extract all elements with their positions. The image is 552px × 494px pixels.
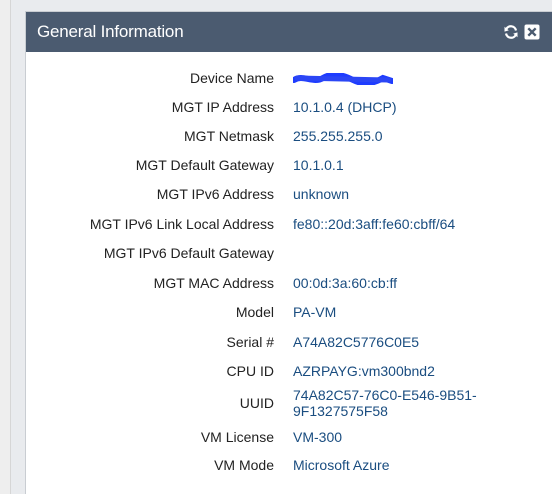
row-label: MGT Netmask — [184, 128, 274, 144]
row-value: 255.255.255.0 — [293, 128, 383, 144]
row-value: A74A82C5776C0E5 — [293, 334, 420, 350]
panel-header: General Information — [26, 12, 552, 52]
row-value: AZRPAYG:vm300bnd2 — [293, 363, 435, 379]
row-label: MGT MAC Address — [153, 275, 274, 291]
row-value: Microsoft Azure — [293, 457, 390, 473]
row-label: Device Name — [189, 70, 274, 86]
row-value-redacted — [293, 70, 393, 86]
row-value: 74A82C57-76C0-E546-9B51-9F1327575F58 — [293, 387, 477, 419]
row-label: MGT Default Gateway — [135, 157, 274, 173]
refresh-icon[interactable] — [503, 24, 519, 40]
row-value: fe80::20d:3aff:fe60:cbff/64 — [293, 216, 456, 232]
row-value: unknown — [293, 186, 350, 202]
row-value: PA-VM — [293, 304, 337, 320]
row-value: 00:0d:3a:60:cb:ff — [293, 275, 398, 291]
row-value: 10.1.0.4 (DHCP) — [293, 99, 397, 115]
left-sidebar-edge — [0, 0, 11, 494]
row-label: MGT IPv6 Address — [156, 186, 274, 202]
row-label: Serial # — [226, 334, 274, 350]
panel-title: General Information — [37, 22, 184, 41]
row-label: MGT IPv6 Default Gateway — [103, 245, 274, 261]
row-label: MGT IP Address — [171, 99, 274, 115]
row-value: VM-300 — [293, 429, 343, 445]
row-label: MGT IPv6 Link Local Address — [89, 216, 274, 232]
row-value: 10.1.0.1 — [293, 157, 344, 173]
row-label: UUID — [239, 395, 274, 411]
panel-header-icons — [503, 24, 540, 40]
row-label: VM Mode — [214, 457, 274, 473]
row-label: VM License — [200, 429, 274, 445]
row-label: CPU ID — [226, 363, 274, 379]
redaction-scribble — [293, 73, 393, 85]
general-information-panel: General Information Device Name MGT IP A… — [25, 11, 552, 494]
close-icon[interactable] — [524, 24, 540, 40]
row-label: Model — [235, 304, 274, 320]
